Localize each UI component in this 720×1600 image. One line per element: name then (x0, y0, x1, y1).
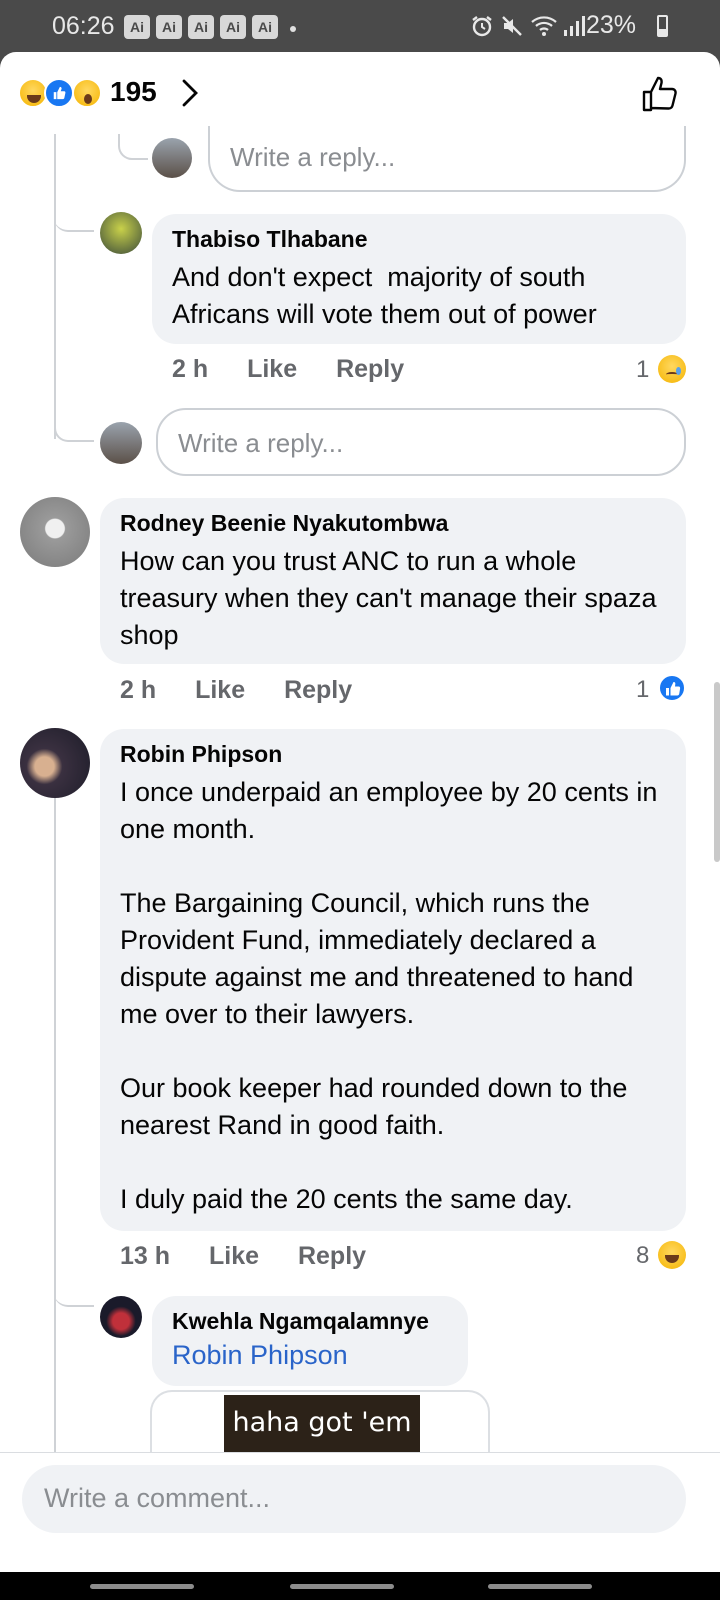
avatar[interactable] (20, 728, 90, 798)
thread-line (54, 797, 56, 1452)
reply-button[interactable]: Reply (336, 355, 404, 383)
like-button[interactable]: Like (209, 1242, 259, 1270)
avatar[interactable] (20, 497, 90, 567)
comment-author[interactable]: Rodney Beenie Nyakutombwa (120, 510, 666, 537)
like-button[interactable]: Like (247, 355, 297, 383)
thread-line (118, 134, 148, 160)
alarm-icon (472, 16, 492, 37)
signal-icon (564, 16, 585, 36)
thread-line (54, 422, 94, 442)
wifi-icon (531, 16, 557, 36)
comment-text: How can you trust ANC to run a whole tre… (120, 546, 664, 650)
reactions-header: 195 (0, 52, 720, 134)
avatar[interactable] (100, 212, 142, 254)
reply-button[interactable]: Reply (298, 1242, 366, 1270)
comment-text: And don't expect majority of south Afric… (172, 262, 597, 329)
battery-percent: 23% (585, 11, 636, 39)
mention-link[interactable]: Robin Phipson (172, 1337, 448, 1373)
comment-reaction-count[interactable]: 1 (636, 356, 649, 384)
notification-dot (290, 26, 296, 32)
comment-input[interactable]: Write a comment... (22, 1465, 686, 1533)
nav-recents[interactable] (90, 1584, 194, 1589)
thread-line (54, 1287, 94, 1307)
comment-actions: 2 h Like Reply (120, 676, 384, 705)
comment-time[interactable]: 13 h (120, 1242, 170, 1270)
status-time: 06:26 (52, 12, 115, 40)
comments-sheet: 195 Write a reply... Thabiso Tlhabane An… (0, 52, 720, 1572)
system-nav-bar (0, 1572, 720, 1600)
comment-actions: 13 h Like Reply (120, 1242, 398, 1271)
haha-icon (658, 1241, 686, 1269)
thread-line (54, 134, 56, 439)
like-icon (44, 78, 74, 108)
status-bar: 06:26 Ai Ai Ai Ai Ai 23% (0, 0, 720, 52)
reply-input[interactable]: Write a reply... (208, 126, 686, 192)
comment-bubble: Thabiso Tlhabane And don't expect majori… (152, 214, 686, 344)
reply-button[interactable]: Reply (284, 676, 352, 704)
comment-text: I once underpaid an employee by 20 cents… (120, 777, 658, 1214)
reply-input[interactable]: Write a reply... (156, 408, 686, 476)
comment-actions: 2 h Like Reply (172, 355, 436, 384)
comment-author[interactable]: Robin Phipson (120, 741, 666, 768)
nav-back[interactable] (488, 1584, 592, 1589)
ai-badge: Ai (188, 15, 214, 39)
thread-line (54, 212, 94, 232)
chevron-right-icon[interactable] (180, 78, 200, 108)
comment-time[interactable]: 2 h (120, 676, 156, 704)
comment-bubble: Robin Phipson I once underpaid an employ… (100, 729, 686, 1231)
comment-reaction-count[interactable]: 8 (636, 1242, 649, 1270)
battery-icon (657, 15, 668, 37)
comment-author[interactable]: Kwehla Ngamqalamnye (172, 1308, 448, 1335)
mute-icon (502, 16, 522, 36)
scrollbar[interactable] (714, 682, 720, 862)
nav-home[interactable] (290, 1584, 394, 1589)
comment-bubble: Rodney Beenie Nyakutombwa How can you tr… (100, 498, 686, 664)
avatar[interactable] (100, 1296, 142, 1338)
comment-reaction-count[interactable]: 1 (636, 676, 649, 704)
ai-badge: Ai (252, 15, 278, 39)
sad-icon (658, 355, 686, 383)
comment-time[interactable]: 2 h (172, 355, 208, 383)
ai-badge: Ai (124, 15, 150, 39)
comment-bubble: Kwehla Ngamqalamnye Robin Phipson (152, 1296, 468, 1386)
reaction-count[interactable]: 195 (110, 76, 157, 108)
wow-icon (72, 78, 102, 108)
like-icon (658, 674, 686, 702)
comment-composer: Write a comment... (0, 1452, 720, 1572)
ai-badge: Ai (220, 15, 246, 39)
avatar[interactable] (152, 138, 192, 178)
comment-author[interactable]: Thabiso Tlhabane (172, 226, 666, 253)
avatar[interactable] (100, 422, 142, 464)
like-post-button[interactable] (640, 74, 680, 114)
gif-caption: haha got 'em (224, 1395, 420, 1455)
like-button[interactable]: Like (195, 676, 245, 704)
ai-badge: Ai (156, 15, 182, 39)
